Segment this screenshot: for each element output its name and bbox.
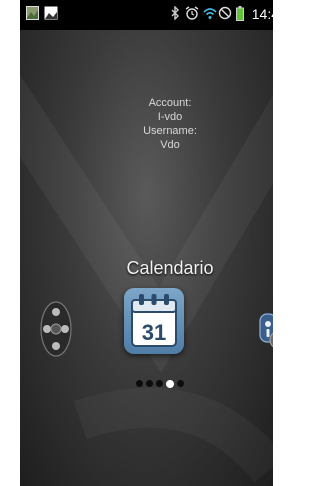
calendar-day-number: 31 [142,320,166,345]
username-value: Vdo [160,139,180,151]
page-dot[interactable] [156,380,163,387]
account-label: Account: [148,97,192,109]
alarm-icon [185,6,199,20]
page-dot[interactable] [146,380,153,387]
clock-time: 14:4 [251,6,273,22]
wifi-icon [203,8,217,19]
page-dot-active[interactable] [166,379,174,388]
logo-watermark [20,74,273,483]
page-indicator [136,379,184,388]
status-bar: 14:4 [20,0,273,30]
landscape-photo-icon [44,6,58,20]
bluetooth-icon [171,6,179,20]
page-dot[interactable] [136,380,143,387]
remote-control-icon[interactable] [256,310,273,350]
calendar-app-icon[interactable]: 31 [124,288,184,354]
image-icon [26,6,39,20]
battery-icon [236,6,244,21]
app-title: Calendario [126,258,214,278]
home-screen: 14:4 Account: I-vdo Username: Vdo Calend… [20,0,273,486]
page-dot[interactable] [177,380,184,387]
no-sim-icon [218,6,232,20]
username-label: Username: [143,125,197,137]
account-info: Account: I-vdo Username: Vdo [120,96,220,152]
account-value: I-vdo [157,111,183,123]
gamepad-remote-icon[interactable] [40,300,72,358]
